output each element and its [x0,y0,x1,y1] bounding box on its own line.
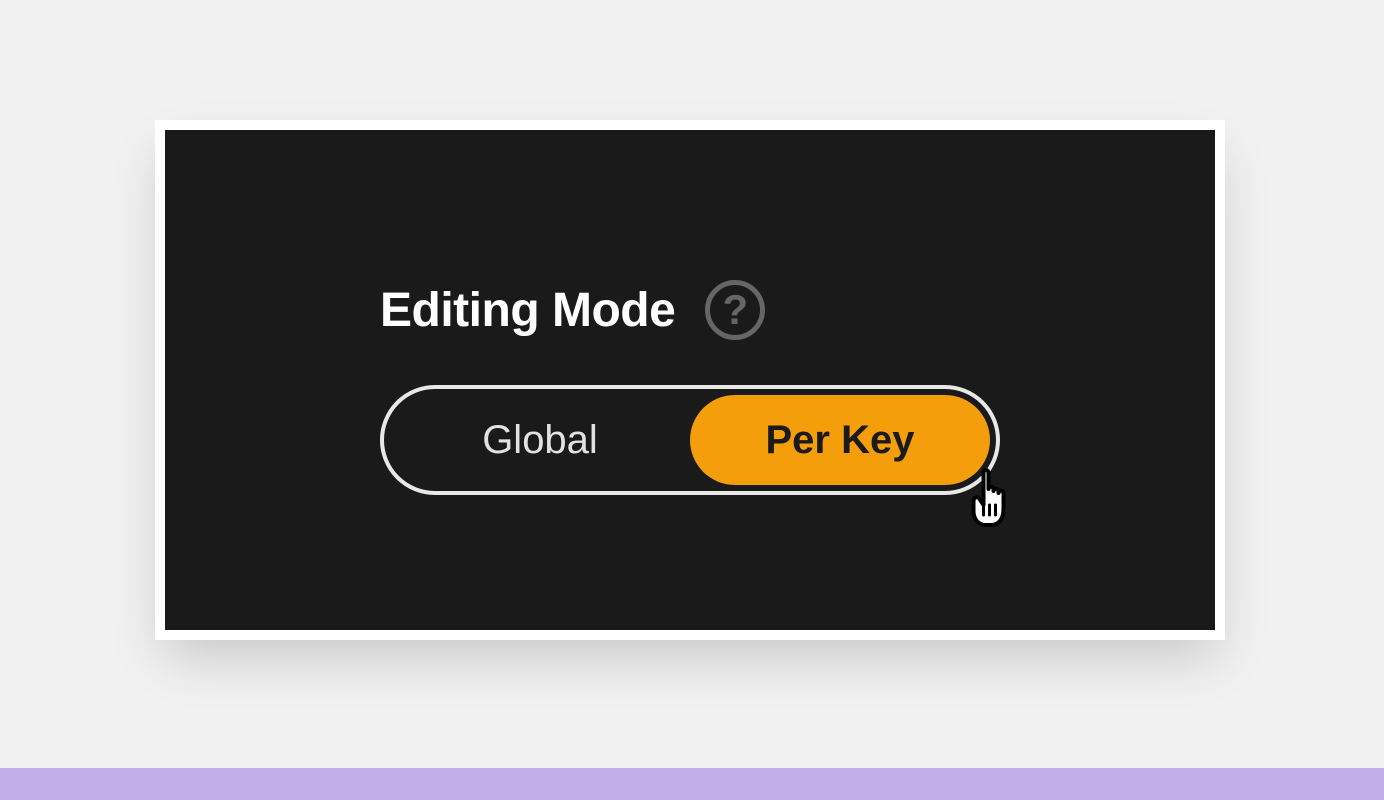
question-mark-icon: ? [722,286,748,334]
editing-mode-toggle: Global Per Key [380,385,1000,495]
footer-accent-bar [0,768,1384,800]
help-icon[interactable]: ? [705,280,765,340]
dark-panel: Editing Mode ? Global Per Key [165,130,1215,630]
toggle-label: Per Key [766,418,915,463]
card-frame: Editing Mode ? Global Per Key [155,120,1225,640]
section-title: Editing Mode [380,283,675,338]
editing-mode-section: Editing Mode ? Global Per Key [380,280,1020,495]
toggle-option-per-key[interactable]: Per Key [690,395,990,485]
toggle-option-global[interactable]: Global [390,395,690,485]
section-header: Editing Mode ? [380,280,1020,340]
toggle-label: Global [482,418,598,463]
